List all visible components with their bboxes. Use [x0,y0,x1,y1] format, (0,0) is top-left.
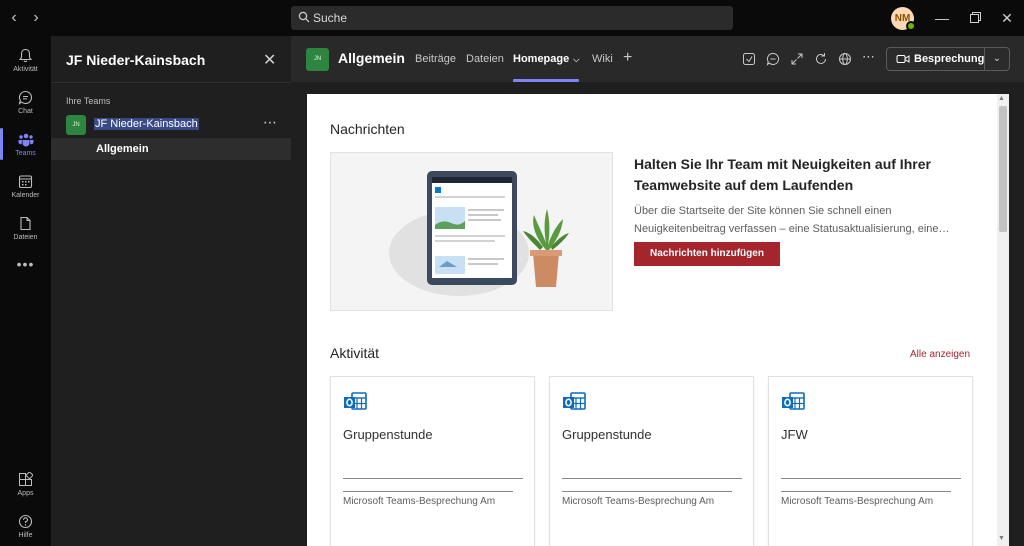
conversation-icon[interactable] [766,52,780,66]
forward-arrow-icon[interactable]: › [27,9,45,27]
add-news-button[interactable]: Nachrichten hinzufügen [634,242,780,266]
tab-files[interactable]: Dateien [466,53,504,65]
search-icon [298,11,310,23]
outlook-calendar-icon [344,392,367,410]
search-placeholder: Suche [313,11,348,25]
close-window-icon[interactable]: ✕ [998,9,1016,27]
meeting-notes-icon[interactable] [742,52,756,66]
team-sidebar: JF Nieder-Kainsbach ✕ Ihre Teams JN JF N… [51,36,291,546]
news-illustration [330,152,613,311]
file-icon [20,216,31,231]
apps-icon [19,472,33,486]
refresh-icon[interactable] [814,52,828,66]
news-headline: Halten Sie Ihr Team mit Neuigkeiten auf … [634,156,931,193]
divider [51,82,291,83]
meeting-dropdown-button[interactable]: ⌄ [985,47,1010,71]
minimize-icon[interactable]: — [933,9,951,27]
divider [562,478,742,479]
close-icon[interactable]: ✕ [263,50,276,70]
scrollbar-thumb[interactable] [999,106,1007,232]
divider [343,478,523,479]
help-icon [18,514,33,529]
add-tab-icon[interactable]: + [623,49,632,67]
more-icon: ••• [16,256,35,272]
team-item[interactable]: JN JF Nieder-Kainsbach ⋯ [51,113,291,137]
activity-card[interactable]: Gruppenstunde Microsoft Teams-Besprechun… [549,376,754,546]
active-tab-indicator [513,79,579,82]
sidebar-title: JF Nieder-Kainsbach [66,52,206,68]
chevron-down-icon: ⌵ [573,55,580,64]
rail-label-calendar: Kalender [11,192,40,199]
teams-icon [18,133,34,147]
presence-available-icon [906,21,916,31]
rail-item-calendar[interactable]: Kalender [0,166,51,208]
rail-item-chat[interactable]: Chat [0,82,51,124]
rail-item-help[interactable]: Hilfe [0,506,51,546]
team-name: JF Nieder-Kainsbach [94,118,199,130]
divider [781,491,951,492]
rail-item-apps[interactable]: Apps [0,464,51,506]
news-section-title: Nachrichten [330,121,405,137]
channel-header: JN Allgemein Beiträge Dateien Homepage ⌵ … [291,36,1024,82]
restore-icon[interactable] [966,9,984,27]
activity-card-title: Gruppenstunde [343,427,433,442]
channel-item[interactable]: Allgemein [51,138,291,160]
meeting-button[interactable]: Besprechung [886,47,985,71]
rail-item-files[interactable]: Dateien [0,208,51,250]
see-all-link[interactable]: Alle anzeigen [910,349,970,360]
scroll-up-arrow-icon[interactable]: ▲ [998,95,1005,102]
meeting-button-label: Besprechung [914,53,985,65]
more-options-icon[interactable]: ⋯ [862,49,876,64]
rail-label-activity: Aktivität [13,66,38,73]
scroll-down-arrow-icon[interactable]: ▼ [998,535,1005,542]
activity-card-title: Gruppenstunde [562,427,652,442]
chevron-down-icon: ⌄ [992,53,1002,64]
globe-icon[interactable] [838,52,852,66]
expand-icon[interactable] [790,52,804,66]
chat-icon [18,90,33,105]
team-avatar: JN [66,115,86,135]
homepage-content: Nachrichten Halten Sie Ihr Team mit Neui… [307,94,997,546]
tab-homepage-label: Homepage [513,53,570,65]
rail-label-teams: Teams [15,150,36,157]
rail-label-help: Hilfe [18,532,33,539]
bell-icon [18,48,33,63]
tab-posts[interactable]: Beiträge [415,53,456,65]
rail-more-apps[interactable]: ••• [0,250,51,292]
outlook-calendar-icon [563,392,586,410]
divider [343,491,513,492]
app-rail: Aktivität Chat Teams Kalender Dateien ••… [0,36,51,546]
activity-section-title: Aktivität [330,345,380,361]
activity-card-subtitle: Microsoft Teams-Besprechung Am [781,496,934,507]
activity-card[interactable]: JFW Microsoft Teams-Besprechung Am [768,376,973,546]
tablet-plant-illustration [389,171,569,296]
back-arrow-icon[interactable]: ‹ [5,9,23,27]
news-description: Über die Startseite der Site können Sie … [634,205,950,235]
activity-card-subtitle: Microsoft Teams-Besprechung Am [562,496,715,507]
your-teams-label: Ihre Teams [66,96,111,106]
channel-name: Allgemein [96,143,149,155]
divider [562,491,732,492]
divider [781,478,961,479]
tab-homepage[interactable]: Homepage ⌵ [513,53,579,65]
rail-item-teams[interactable]: Teams [0,124,51,166]
channel-title: Allgemein [338,50,405,66]
rail-item-activity[interactable]: Aktivität [0,40,51,82]
channel-avatar: JN [306,48,329,71]
activity-card[interactable]: Gruppenstunde Microsoft Teams-Besprechun… [330,376,535,546]
activity-card-title: JFW [781,427,808,442]
video-camera-icon [896,55,910,63]
outlook-calendar-icon [782,392,805,410]
rail-label-apps: Apps [17,490,34,497]
more-options-icon[interactable]: ⋯ [263,114,277,131]
search-input[interactable]: Suche [291,6,733,30]
title-bar: ‹ › Suche NM — ✕ [0,0,1024,36]
rail-label-files: Dateien [13,234,38,241]
calendar-icon [18,175,33,189]
activity-card-subtitle: Microsoft Teams-Besprechung Am [343,496,496,507]
rail-label-chat: Chat [18,108,33,115]
tab-wiki[interactable]: Wiki [592,53,613,65]
